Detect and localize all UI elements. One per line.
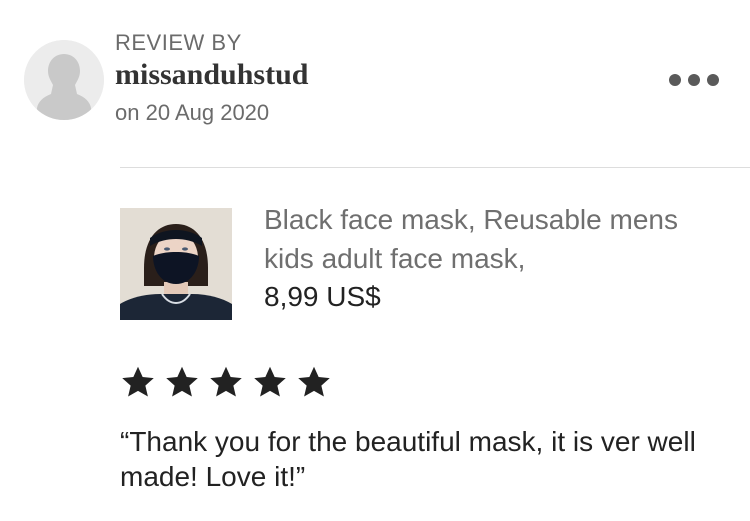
star-rating (120, 364, 340, 400)
product-thumbnail[interactable] (120, 208, 232, 320)
review-by-label: REVIEW BY (115, 30, 242, 55)
star-icon (164, 364, 208, 400)
product-price: 8,99 US$ (264, 281, 381, 312)
default-user-avatar-icon (24, 40, 104, 120)
reviewer-avatar[interactable] (24, 40, 104, 120)
product-title-link[interactable]: Black face mask, Reusable mens kids adul… (264, 200, 734, 278)
star-icon (252, 364, 296, 400)
divider (120, 167, 750, 168)
star-icon (120, 364, 164, 400)
star-icon (296, 364, 340, 400)
reviewer-username[interactable]: missanduhstud (115, 58, 308, 92)
more-options-icon (669, 74, 719, 86)
star-icon (208, 364, 252, 400)
product-image (120, 208, 232, 320)
review-date: on 20 Aug 2020 (115, 100, 270, 125)
review-text: “Thank you for the beautiful mask, it is… (120, 426, 696, 492)
more-options-button[interactable] (664, 64, 724, 96)
